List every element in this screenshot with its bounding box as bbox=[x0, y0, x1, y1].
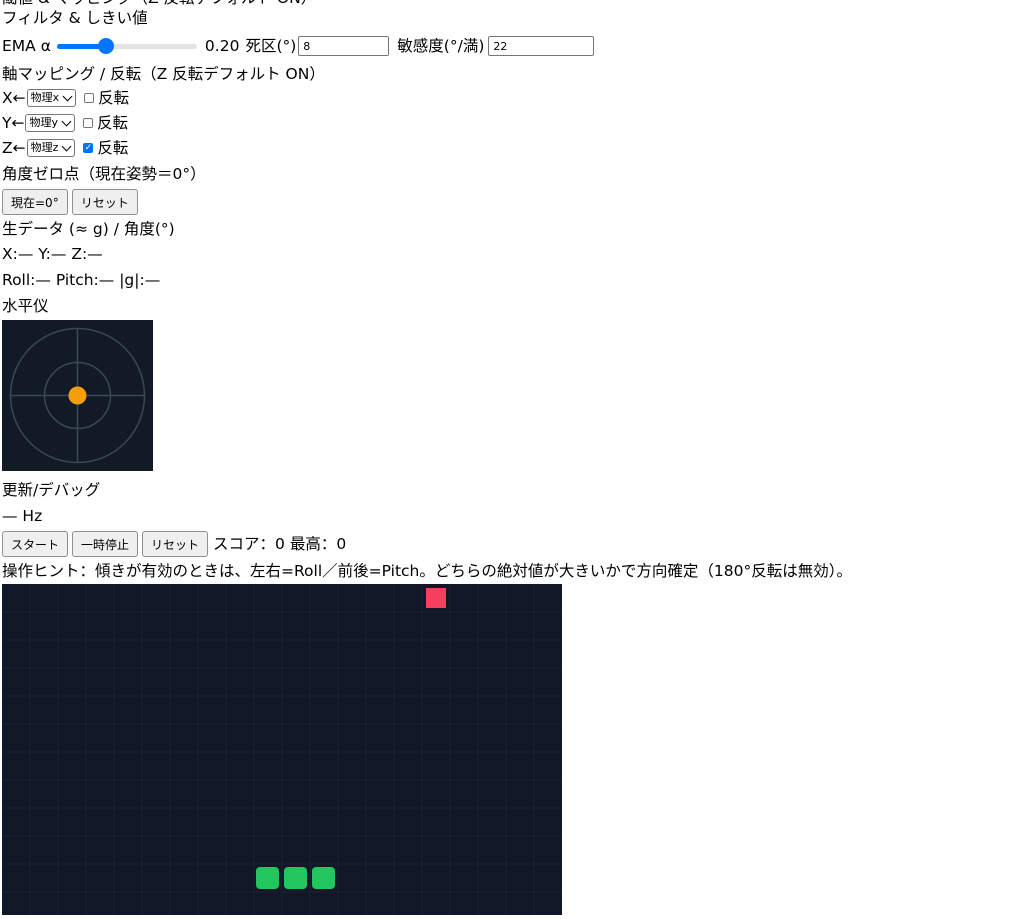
deadzone-label: 死区(°) bbox=[245, 37, 297, 55]
snake-segment bbox=[256, 867, 279, 889]
level-gauge bbox=[2, 320, 153, 471]
invert-z-checkbox[interactable]: ✓ bbox=[83, 143, 94, 153]
ema-value: 0.20 bbox=[204, 37, 240, 55]
sensitivity-input[interactable] bbox=[488, 36, 595, 56]
pause-button[interactable]: 一時停止 bbox=[72, 531, 139, 557]
reset-zero-button[interactable]: リセット bbox=[71, 189, 138, 215]
axis-y-select-value: 物理y bbox=[29, 116, 58, 129]
snake-segment bbox=[312, 867, 335, 889]
raw-angles: Roll:— Pitch:— |g|:— bbox=[2, 271, 161, 289]
sensitivity-label: 敏感度(°/満) bbox=[397, 37, 485, 55]
chevron-down-icon bbox=[61, 141, 72, 151]
control-hint: 操作ヒント：傾きが有効のときは、左右=Roll／前後=Pitch。どちらの絶対値… bbox=[2, 562, 852, 580]
invert-y-checkbox[interactable] bbox=[82, 118, 93, 128]
mapping-row-x: X← 物理x 反転 bbox=[2, 86, 129, 110]
level-gauge-svg bbox=[9, 327, 146, 464]
level-heading: 水平仪 bbox=[2, 297, 49, 315]
filter-heading: フィルタ & しきい値 bbox=[2, 9, 148, 27]
mapping-heading: 軸マッピング / 反転（Z 反転デフォルト ON） bbox=[2, 65, 325, 83]
update-rate: — Hz bbox=[2, 507, 43, 525]
food-item bbox=[426, 588, 446, 608]
axis-z-select[interactable]: 物理z bbox=[26, 139, 76, 157]
mapping-row-z: Z← 物理z ✓ 反転 bbox=[2, 136, 128, 160]
zero-buttons: 現在=0° リセット bbox=[2, 189, 142, 215]
set-zero-button[interactable]: 現在=0° bbox=[2, 189, 68, 215]
start-button[interactable]: スタート bbox=[2, 531, 69, 557]
axis-z-select-value: 物理z bbox=[30, 141, 59, 154]
game-reset-button[interactable]: リセット bbox=[142, 531, 209, 557]
level-bubble bbox=[68, 386, 87, 405]
board-grid bbox=[2, 584, 562, 915]
axis-z-label: Z← bbox=[2, 139, 26, 157]
axis-x-select[interactable]: 物理x bbox=[26, 89, 77, 107]
zero-heading: 角度ゼロ点（現在姿勢＝0°） bbox=[2, 165, 206, 183]
snake bbox=[256, 867, 335, 889]
axis-y-select[interactable]: 物理y bbox=[25, 114, 75, 132]
ema-label: EMA α bbox=[2, 37, 51, 55]
invert-y-label: 反転 bbox=[96, 114, 128, 132]
axis-x-select-value: 物理x bbox=[30, 91, 60, 104]
game-controls: スタート 一時停止 リセット スコア：0 最高：0 bbox=[2, 530, 346, 558]
chevron-down-icon bbox=[62, 91, 73, 101]
axis-x-label: X← bbox=[2, 89, 26, 107]
score-text: スコア：0 最高：0 bbox=[213, 535, 347, 553]
raw-xyz: X:— Y:— Z:— bbox=[2, 245, 103, 263]
ema-slider-thumb[interactable] bbox=[97, 38, 114, 54]
chevron-down-icon bbox=[61, 116, 72, 126]
ema-slider[interactable] bbox=[56, 36, 197, 56]
mapping-row-y: Y← 物理y 反転 bbox=[2, 111, 128, 135]
debug-heading: 更新/デバッグ bbox=[2, 481, 101, 499]
game-board[interactable] bbox=[2, 584, 562, 915]
invert-z-label: 反転 bbox=[97, 139, 129, 157]
snake-segment bbox=[284, 867, 307, 889]
axis-y-label: Y← bbox=[2, 114, 25, 132]
filter-row: EMA α 0.20 死区(°) 敏感度(°/満) bbox=[2, 34, 595, 58]
deadzone-input[interactable] bbox=[298, 36, 390, 56]
game-board-svg bbox=[2, 584, 562, 915]
raw-heading: 生データ (≈ g) / 角度(°) bbox=[2, 220, 175, 238]
invert-x-label: 反転 bbox=[98, 89, 130, 107]
invert-x-checkbox[interactable] bbox=[84, 93, 95, 103]
